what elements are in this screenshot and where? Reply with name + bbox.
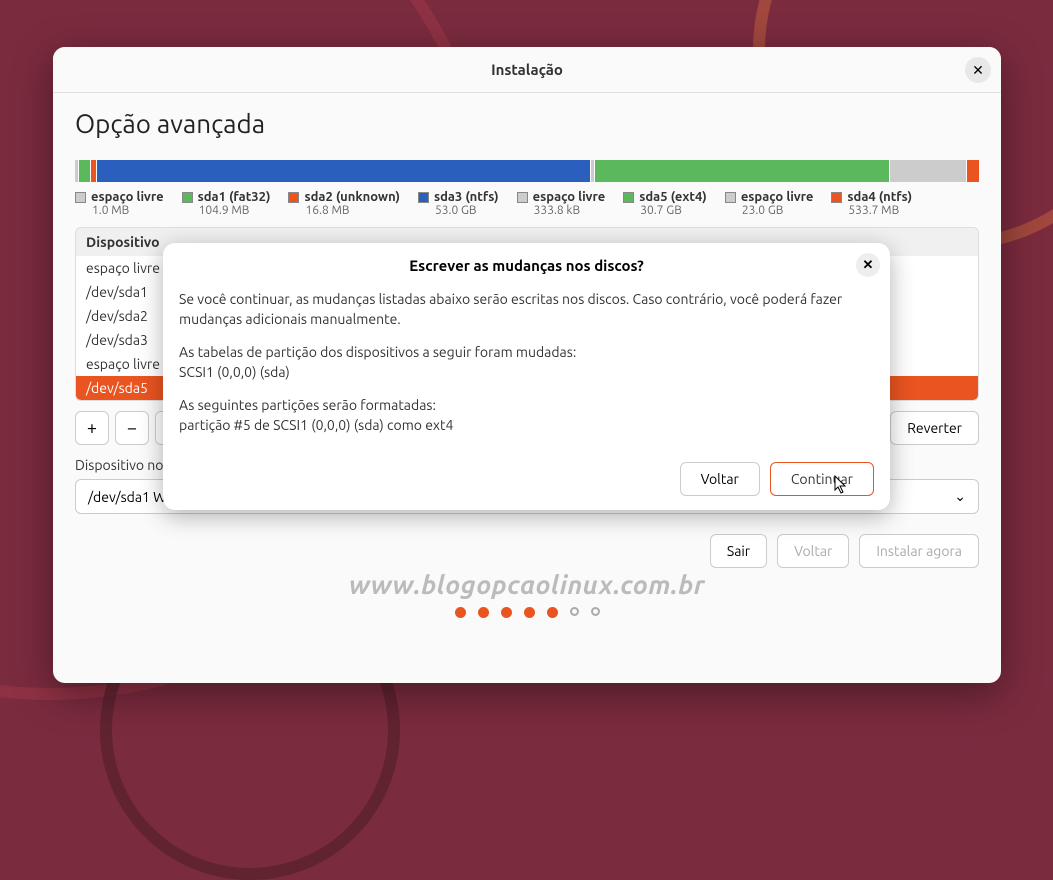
close-icon: ✕ bbox=[972, 62, 984, 79]
install-now-button[interactable]: Instalar agora bbox=[859, 534, 979, 568]
legend-item: sda4 (ntfs) 533.7 MB bbox=[831, 190, 912, 217]
partition-segment[interactable] bbox=[591, 160, 594, 182]
window-close-button[interactable]: ✕ bbox=[965, 57, 991, 83]
partition-size: 1.0 MB bbox=[92, 204, 164, 217]
partition-segment[interactable] bbox=[79, 160, 90, 182]
footer-buttons: Sair Voltar Instalar agora bbox=[75, 534, 979, 568]
remove-partition-button[interactable]: − bbox=[115, 411, 149, 445]
color-swatch bbox=[418, 192, 429, 203]
color-swatch bbox=[182, 192, 193, 203]
dialog-text: As tabelas de partição dos dispositivos … bbox=[179, 343, 874, 382]
dialog-text: As seguintes partições serão formatadas:… bbox=[179, 396, 874, 435]
partition-segment[interactable] bbox=[967, 160, 979, 182]
partition-bar bbox=[75, 160, 979, 182]
back-button[interactable]: Voltar bbox=[777, 534, 849, 568]
dialog-title: Escrever as mudanças nos discos? bbox=[409, 257, 644, 274]
partition-legend: espaço livre 1.0 MB sda1 (fat32) 104.9 M… bbox=[75, 190, 979, 217]
add-partition-button[interactable]: + bbox=[75, 411, 109, 445]
dialog-close-button[interactable]: ✕ bbox=[856, 253, 880, 277]
progress-dots bbox=[75, 607, 979, 632]
partition-name: espaço livre bbox=[91, 190, 164, 204]
color-swatch bbox=[288, 192, 299, 203]
partition-name: sda4 (ntfs) bbox=[847, 190, 912, 204]
progress-dot bbox=[570, 607, 579, 616]
legend-item: sda1 (fat32) 104.9 MB bbox=[182, 190, 271, 217]
progress-dot bbox=[501, 607, 512, 618]
partition-size: 53.0 GB bbox=[435, 204, 499, 217]
dialog-buttons: Voltar Continuar bbox=[163, 462, 890, 496]
progress-dot bbox=[547, 607, 558, 618]
partition-segment[interactable] bbox=[97, 160, 590, 182]
progress-dot bbox=[591, 607, 600, 616]
partition-name: espaço livre bbox=[533, 190, 606, 204]
color-swatch bbox=[725, 192, 736, 203]
partition-size: 16.8 MB bbox=[305, 204, 399, 217]
quit-button[interactable]: Sair bbox=[710, 534, 767, 568]
dialog-title-bar: Escrever as mudanças nos discos? ✕ bbox=[163, 243, 890, 284]
color-swatch bbox=[831, 192, 842, 203]
titlebar: Instalação ✕ bbox=[53, 47, 1001, 93]
cursor-icon bbox=[834, 475, 848, 495]
progress-dot bbox=[524, 607, 535, 618]
partition-segment[interactable] bbox=[75, 160, 78, 182]
legend-item: espaço livre 1.0 MB bbox=[75, 190, 164, 217]
dialog-body: Se você continuar, as mudanças listadas … bbox=[163, 284, 890, 462]
legend-item: espaço livre 23.0 GB bbox=[725, 190, 814, 217]
page-heading: Opção avançada bbox=[75, 109, 979, 138]
confirm-dialog: Escrever as mudanças nos discos? ✕ Se vo… bbox=[163, 243, 890, 510]
progress-dot bbox=[455, 607, 466, 618]
partition-name: sda2 (unknown) bbox=[304, 190, 399, 204]
window-title: Instalação bbox=[491, 61, 563, 78]
partition-name: sda3 (ntfs) bbox=[434, 190, 499, 204]
legend-item: espaço livre 333.8 kB bbox=[517, 190, 606, 217]
partition-size: 23.0 GB bbox=[742, 204, 814, 217]
partition-segment[interactable] bbox=[91, 160, 96, 182]
revert-button[interactable]: Reverter bbox=[890, 411, 979, 445]
color-swatch bbox=[517, 192, 528, 203]
watermark-text: www.blogopcaolinux.com.br bbox=[75, 570, 979, 599]
legend-item: sda2 (unknown) 16.8 MB bbox=[288, 190, 399, 217]
chevron-down-icon: ⌄ bbox=[954, 488, 966, 505]
partition-size: 333.8 kB bbox=[534, 204, 606, 217]
legend-item: sda5 (ext4) 30.7 GB bbox=[623, 190, 707, 217]
partition-name: sda1 (fat32) bbox=[198, 190, 271, 204]
partition-name: sda5 (ext4) bbox=[639, 190, 707, 204]
color-swatch bbox=[623, 192, 634, 203]
partition-segment[interactable] bbox=[890, 160, 966, 182]
dialog-back-button[interactable]: Voltar bbox=[680, 462, 760, 496]
partition-size: 533.7 MB bbox=[848, 204, 912, 217]
legend-item: sda3 (ntfs) 53.0 GB bbox=[418, 190, 499, 217]
partition-size: 30.7 GB bbox=[640, 204, 707, 217]
partition-size: 104.9 MB bbox=[199, 204, 271, 217]
partition-segment[interactable] bbox=[595, 160, 889, 182]
close-icon: ✕ bbox=[863, 258, 874, 273]
partition-name: espaço livre bbox=[741, 190, 814, 204]
dialog-continue-button[interactable]: Continuar bbox=[770, 462, 874, 496]
dialog-text: Se você continuar, as mudanças listadas … bbox=[179, 290, 874, 329]
color-swatch bbox=[75, 192, 86, 203]
progress-dot bbox=[478, 607, 489, 618]
